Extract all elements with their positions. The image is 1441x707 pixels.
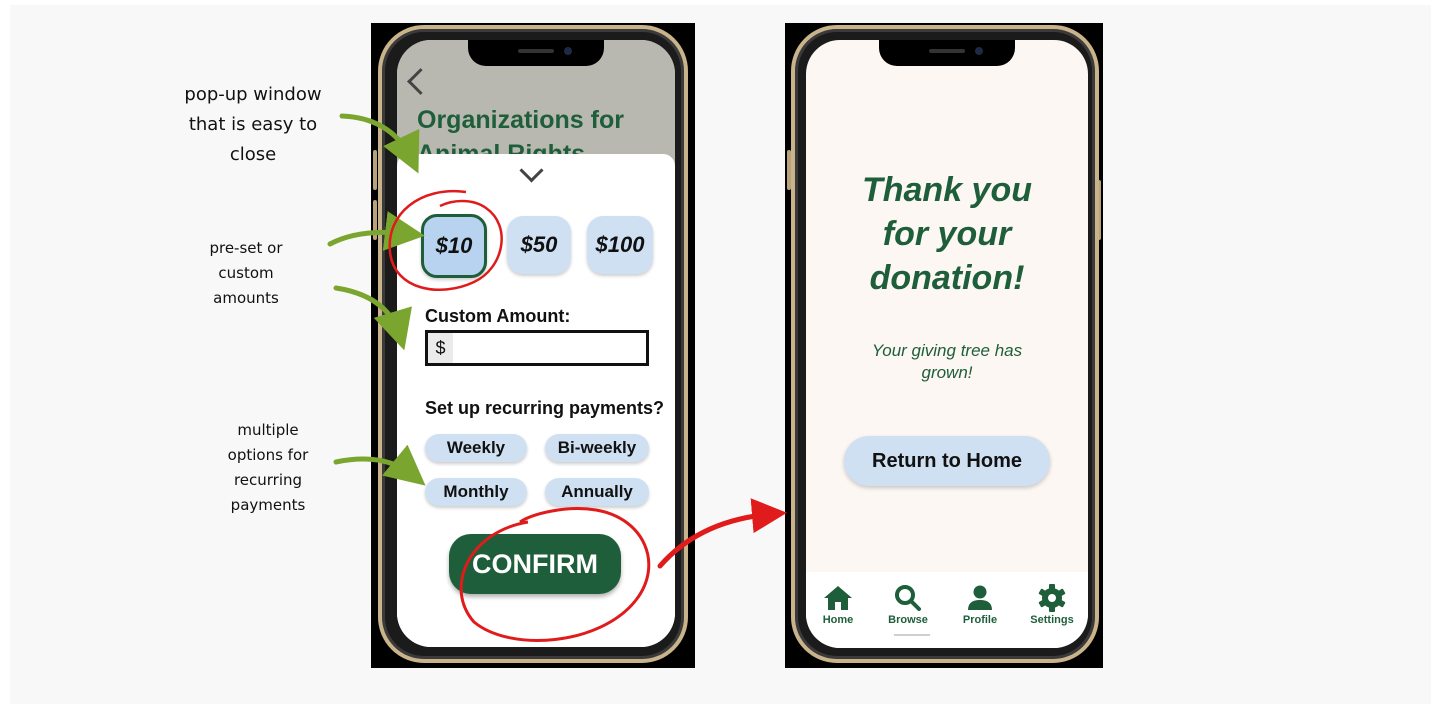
nav-item-settings[interactable]: Settings (1020, 584, 1084, 626)
custom-amount-input[interactable]: $ (425, 330, 649, 366)
annotation-line: custom (218, 264, 274, 282)
home-icon (824, 586, 852, 610)
return-home-button[interactable]: Return to Home (844, 436, 1050, 486)
nav-label-browse: Browse (888, 614, 928, 626)
camera (564, 47, 572, 55)
annotation-line: amounts (213, 289, 279, 307)
recurring-option-annually[interactable]: Annually (545, 478, 649, 506)
donation-screen: Organizations for Animal Rights $10 $50 … (397, 40, 675, 647)
nav-label-profile: Profile (962, 614, 998, 626)
gear-icon (1038, 584, 1066, 612)
annotation-line: pre-set or (209, 239, 283, 257)
amount-button-50[interactable]: $50 (507, 216, 571, 274)
phone-side-button (373, 150, 377, 190)
search-icon (895, 585, 921, 611)
nav-item-browse[interactable]: Browse (876, 584, 940, 626)
recurring-option-biweekly[interactable]: Bi-weekly (545, 434, 649, 462)
active-nav-indicator (894, 634, 930, 636)
bottom-nav: Home Browse Profile Settings (806, 572, 1088, 648)
nav-item-profile[interactable]: Profile (948, 584, 1012, 626)
annotation-amounts: pre-set or custom amounts (186, 236, 306, 311)
donation-popup: $10 $50 $100 Custom Amount: $ Set up rec… (397, 154, 675, 647)
speaker (518, 49, 554, 53)
annotation-popup: pop-up window that is easy to close (168, 80, 338, 170)
recurring-option-weekly[interactable]: Weekly (425, 434, 527, 462)
speaker (929, 49, 965, 53)
giving-tree-message: Your giving tree has grown! (806, 340, 1088, 384)
thank-you-heading: Thank you for your donation! (806, 168, 1088, 300)
annotation-recurring: multiple options for recurring payments (208, 418, 328, 518)
recurring-label: Set up recurring payments? (425, 398, 665, 418)
phone-side-button (373, 200, 377, 240)
camera (975, 47, 983, 55)
annotation-line: pop-up window (184, 84, 322, 105)
phone-notch (879, 40, 1015, 66)
chevron-down-icon[interactable] (519, 158, 544, 183)
annotation-line: close (229, 144, 277, 165)
nav-item-home[interactable]: Home (806, 584, 870, 626)
currency-symbol: $ (428, 333, 453, 363)
annotation-line: that is easy to (188, 114, 318, 135)
annotation-line: recurring (233, 471, 303, 489)
phone-notch (468, 40, 604, 66)
annotation-line: payments (230, 496, 306, 514)
message-line: Your giving tree has (871, 341, 1023, 360)
recurring-option-monthly[interactable]: Monthly (425, 478, 527, 506)
heading-line: donation! (869, 259, 1025, 297)
annotation-line: multiple (237, 421, 299, 439)
custom-amount-label: Custom Amount: (425, 306, 571, 326)
amount-button-10[interactable]: $10 (421, 214, 487, 278)
nav-label-home: Home (822, 614, 854, 626)
heading-line: for your (882, 215, 1012, 253)
thank-you-screen: Thank you for your donation! Your giving… (806, 40, 1088, 648)
heading-line: Thank you (861, 171, 1033, 209)
confirm-button[interactable]: CONFIRM (449, 534, 621, 594)
message-line: grown! (921, 363, 973, 382)
annotation-line: options for (227, 446, 309, 464)
page-title: Organizations for (417, 106, 624, 134)
amount-button-100[interactable]: $100 (587, 216, 653, 274)
nav-label-settings: Settings (1030, 614, 1074, 626)
person-icon (968, 585, 992, 610)
